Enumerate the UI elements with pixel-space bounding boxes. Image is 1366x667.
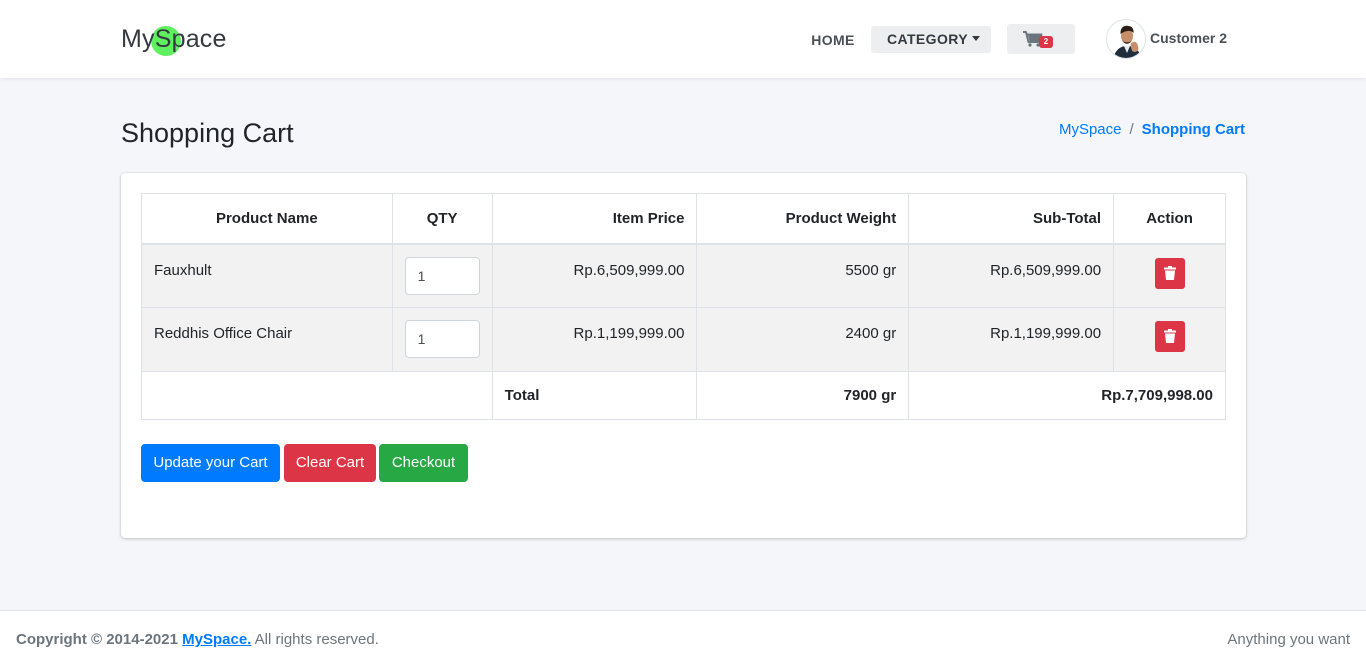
checkout-button[interactable]: Checkout [379, 444, 468, 482]
footer-tagline: Anything you want [1227, 631, 1350, 648]
total-label: Total [491, 371, 698, 420]
product-weight-cell: 5500 gr [696, 243, 910, 308]
total-weight: 7900 gr [696, 371, 910, 420]
breadcrumb-separator: / [1129, 121, 1134, 138]
column-header-qty: QTY [391, 193, 493, 245]
column-header-action: Action [1113, 193, 1226, 245]
nav-category-label: CATEGORY [887, 31, 968, 47]
product-name-cell: Fauxhult [141, 243, 393, 308]
top-navbar: MySpace HOME CATEGORY 2 Customer 2 [0, 0, 1366, 78]
qty-input[interactable] [404, 320, 480, 358]
copyright-text: Copyright © 2014-2021 [16, 631, 178, 648]
table-header-row: Product Name QTY Item Price Product Weig… [141, 193, 1226, 245]
product-name-cell: Reddhis Office Chair [141, 307, 393, 372]
brand-logo[interactable]: MySpace [121, 22, 227, 56]
footer-copyright: Copyright © 2014-2021 MySpace. All right… [16, 630, 379, 650]
brand-text: MySpace [121, 25, 227, 53]
total-empty-cell [141, 371, 493, 420]
breadcrumb: MySpace / Shopping Cart [1059, 120, 1245, 140]
subtotal-cell: Rp.1,199,999.00 [908, 307, 1115, 372]
user-avatar-icon [1107, 20, 1145, 58]
user-name[interactable]: Customer 2 [1150, 28, 1227, 48]
item-price-cell: Rp.6,509,999.00 [491, 243, 698, 308]
cart-count-badge: 2 [1039, 36, 1053, 48]
column-header-subtotal: Sub-Total [908, 193, 1115, 245]
action-cell [1113, 243, 1226, 308]
cart-card: Product Name QTY Item Price Product Weig… [121, 173, 1246, 538]
clear-cart-button[interactable]: Clear Cart [284, 444, 376, 482]
column-header-product-weight: Product Weight [696, 193, 910, 245]
qty-cell [391, 307, 493, 372]
user-avatar[interactable] [1106, 19, 1146, 59]
column-header-item-price: Item Price [491, 193, 698, 245]
cart-table: Product Name QTY Item Price Product Weig… [141, 193, 1226, 420]
page-footer: Copyright © 2014-2021 MySpace. All right… [0, 610, 1366, 667]
column-header-product-name: Product Name [141, 193, 393, 245]
breadcrumb-current: Shopping Cart [1141, 121, 1245, 138]
action-cell [1113, 307, 1226, 372]
breadcrumb-home-link[interactable]: MySpace [1059, 121, 1122, 138]
nav-category-dropdown[interactable]: CATEGORY [871, 26, 991, 53]
rights-text: All rights reserved. [254, 631, 379, 648]
qty-cell [391, 243, 493, 308]
trash-icon [1163, 265, 1176, 280]
caret-down-icon [971, 36, 980, 41]
total-row: Total 7900 gr Rp.7,709,998.00 [141, 371, 1226, 420]
table-row: Reddhis Office Chair Rp.1,199,999.00 240… [141, 307, 1226, 372]
trash-icon [1163, 329, 1176, 343]
subtotal-cell: Rp.6,509,999.00 [908, 243, 1115, 308]
nav-home-link[interactable]: HOME [800, 28, 866, 52]
qty-input[interactable] [404, 256, 480, 295]
footer-brand-link[interactable]: MySpace. [182, 631, 251, 648]
page-title: Shopping Cart [121, 118, 294, 148]
update-cart-button[interactable]: Update your Cart [141, 444, 280, 482]
total-amount: Rp.7,709,998.00 [908, 371, 1226, 420]
delete-item-button[interactable] [1154, 321, 1185, 352]
delete-item-button[interactable] [1154, 257, 1185, 289]
product-weight-cell: 2400 gr [696, 307, 910, 372]
item-price-cell: Rp.1,199,999.00 [491, 307, 698, 372]
table-row: Fauxhult Rp.6,509,999.00 5500 gr Rp.6,50… [141, 243, 1226, 308]
nav-cart-button[interactable]: 2 [1007, 24, 1075, 54]
